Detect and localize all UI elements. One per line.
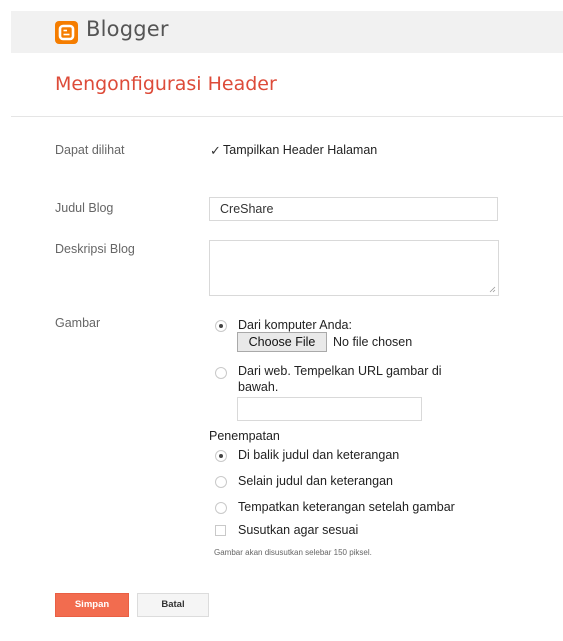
image-url-input[interactable] <box>237 397 422 421</box>
from-computer-label[interactable]: Dari komputer Anda: <box>238 318 352 332</box>
placement-behind-label[interactable]: Di balik judul dan keterangan <box>238 448 399 462</box>
divider <box>11 116 563 117</box>
save-button[interactable]: Simpan <box>55 593 129 617</box>
image-label: Gambar <box>55 316 101 330</box>
show-header-checkbox[interactable]: ✓ <box>210 143 221 159</box>
placement-label: Penempatan <box>209 429 280 443</box>
from-web-radio[interactable] <box>215 367 227 379</box>
from-web-label-line2[interactable]: bawah. <box>238 380 278 394</box>
placement-beside-label[interactable]: Selain judul dan keterangan <box>238 474 393 488</box>
blog-title-input[interactable] <box>209 197 498 221</box>
placement-after-label[interactable]: Tempatkan keterangan setelah gambar <box>238 500 455 514</box>
blogger-logo-icon[interactable] <box>55 21 78 44</box>
blog-title-label: Judul Blog <box>55 201 114 215</box>
placement-behind-radio[interactable] <box>215 450 227 462</box>
from-web-label-line1[interactable]: Dari web. Tempelkan URL gambar di <box>238 364 442 378</box>
choose-file-button[interactable]: Choose File <box>237 332 327 352</box>
page-title: Mengonfigurasi Header <box>55 73 277 95</box>
placement-beside-radio[interactable] <box>215 476 227 488</box>
cancel-button[interactable]: Batal <box>137 593 209 617</box>
brand-name[interactable]: Blogger <box>86 17 169 41</box>
shrink-note: Gambar akan disusutkan selebar 150 pikse… <box>214 548 372 557</box>
shrink-to-fit-checkbox[interactable] <box>215 525 226 536</box>
blogger-b-glyph <box>58 24 75 41</box>
visible-label: Dapat dilihat <box>55 143 125 157</box>
shrink-to-fit-label[interactable]: Susutkan agar sesuai <box>238 523 358 537</box>
show-header-label[interactable]: Tampilkan Header Halaman <box>223 143 377 157</box>
file-status-text: No file chosen <box>333 335 413 349</box>
resize-handle-icon[interactable] <box>489 286 496 293</box>
blog-description-label: Deskripsi Blog <box>55 242 135 256</box>
blog-description-textarea[interactable] <box>209 240 499 296</box>
from-computer-radio[interactable] <box>215 320 227 332</box>
placement-after-radio[interactable] <box>215 502 227 514</box>
